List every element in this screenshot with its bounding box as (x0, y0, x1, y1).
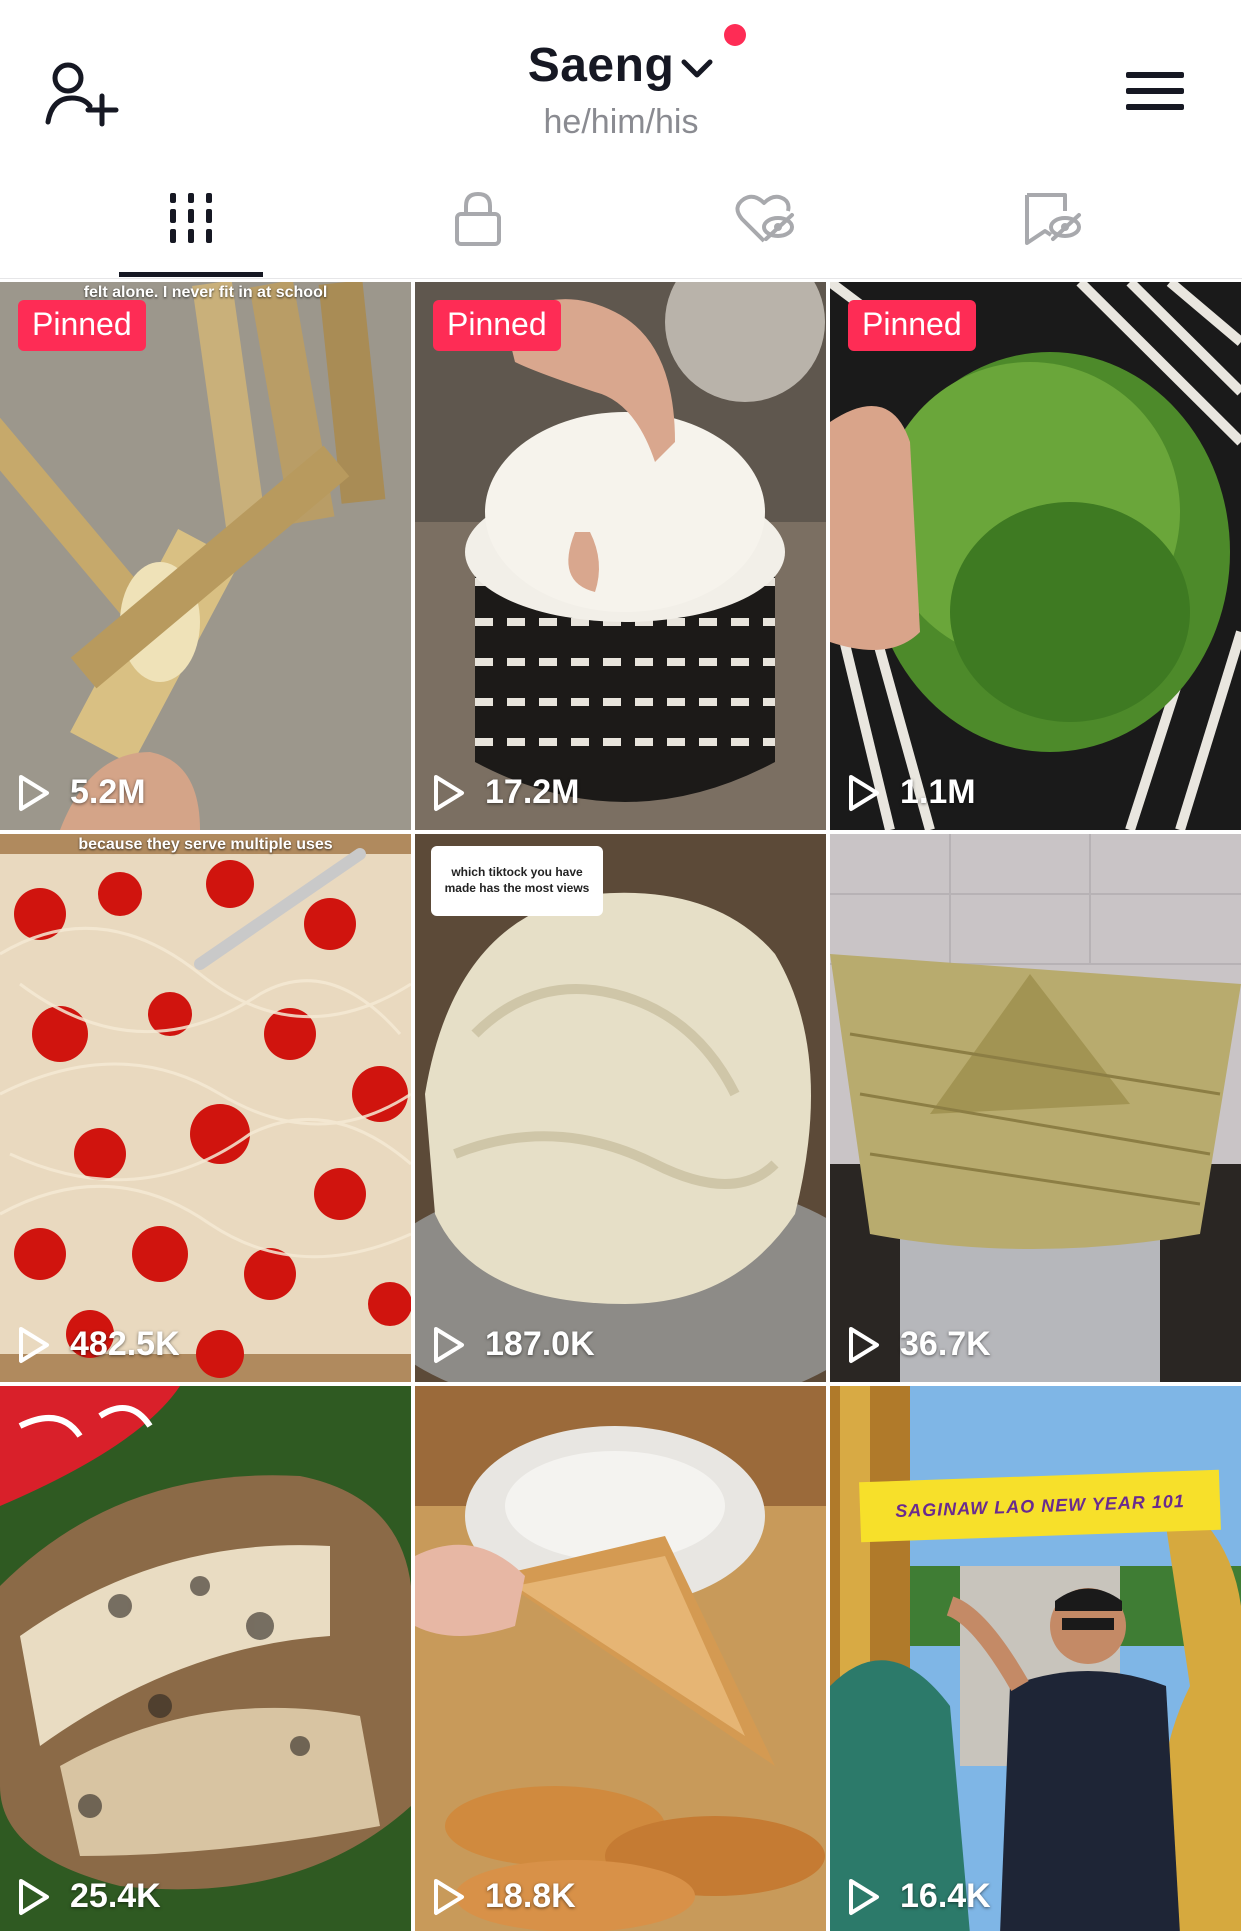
video-tile[interactable]: felt alone. I never fit in at school Pin… (0, 282, 411, 830)
profile-title: Saeng he/him/his (0, 24, 1242, 142)
pronouns: he/him/his (543, 103, 699, 141)
view-count-text: 5.2M (70, 773, 146, 811)
account-switcher[interactable]: Saeng (527, 24, 747, 93)
video-thumbnail (830, 834, 1241, 1382)
menu-button[interactable] (1126, 66, 1186, 116)
play-icon (434, 1326, 464, 1363)
profile-header: Saeng he/him/his (0, 0, 1242, 158)
video-tile[interactable]: Pinned 17.2M (415, 282, 826, 830)
lock-icon (455, 191, 501, 246)
video-tile[interactable]: 18.8K (415, 1386, 826, 1931)
view-count: 187.0K (433, 1325, 595, 1364)
video-tile[interactable]: because they serve multiple uses 482.5K (0, 834, 411, 1382)
username: Saeng (527, 39, 675, 92)
view-count: 5.2M (18, 773, 146, 812)
video-thumbnail (0, 834, 411, 1382)
video-thumbnail (415, 834, 826, 1382)
play-icon (19, 1326, 49, 1363)
view-count-text: 482.5K (70, 1325, 180, 1363)
video-thumbnail (830, 282, 1241, 830)
profile-screen: Saeng he/him/his felt alone. I never fit… (0, 0, 1242, 1931)
grid-icon (170, 193, 212, 243)
video-thumbnail (830, 1386, 1241, 1931)
view-count: 16.4K (848, 1877, 991, 1916)
video-thumbnail (415, 282, 826, 830)
video-tile[interactable]: which tiktock you have made has the most… (415, 834, 826, 1382)
hidden-bookmark-icon (1025, 193, 1081, 245)
comment-reply-card: which tiktock you have made has the most… (431, 846, 603, 916)
view-count: 25.4K (18, 1877, 161, 1916)
video-thumbnail (415, 1386, 826, 1931)
view-count-text: 36.7K (900, 1325, 991, 1363)
chevron-down-icon (681, 59, 713, 77)
video-thumbnail (0, 282, 411, 830)
video-tile[interactable]: 25.4K (0, 1386, 411, 1931)
hidden-heart-icon (735, 194, 794, 243)
video-caption: felt alone. I never fit in at school (83, 284, 328, 301)
pinned-badge: Pinned (18, 300, 146, 351)
view-count-text: 16.4K (900, 1877, 991, 1915)
video-tile[interactable]: 36.7K (830, 834, 1241, 1382)
tab-private[interactable] (323, 160, 633, 278)
view-count: 17.2M (433, 773, 580, 812)
tab-liked[interactable] (610, 160, 920, 278)
view-count-text: 187.0K (485, 1325, 595, 1363)
view-count: 18.8K (433, 1877, 576, 1916)
view-count: 36.7K (848, 1325, 991, 1364)
view-count: 482.5K (18, 1325, 180, 1364)
view-count: 1.1M (848, 773, 976, 812)
hamburger-icon (1126, 72, 1184, 78)
profile-tabs (0, 160, 1242, 279)
video-caption: because they serve multiple uses (78, 836, 333, 853)
hamburger-line (1126, 104, 1184, 110)
video-title-banner: SAGINAW LAO NEW YEAR 101 (859, 1469, 1221, 1543)
active-tab-indicator (119, 272, 263, 277)
view-count-text: 18.8K (485, 1877, 576, 1915)
video-tile[interactable]: SAGINAW LAO NEW YEAR 101 16.4K (830, 1386, 1241, 1931)
play-icon (19, 774, 49, 811)
play-icon (849, 774, 879, 811)
video-tile[interactable]: Pinned 1.1M (830, 282, 1241, 830)
view-count-text: 1.1M (900, 773, 976, 811)
view-count-text: 25.4K (70, 1877, 161, 1915)
play-icon (849, 1878, 879, 1915)
play-icon (849, 1326, 879, 1363)
video-thumbnail (0, 1386, 411, 1931)
play-icon (434, 1878, 464, 1915)
play-icon (19, 1878, 49, 1915)
tab-favorites[interactable] (897, 160, 1207, 278)
play-icon (434, 774, 464, 811)
tab-videos[interactable] (36, 160, 346, 278)
view-count-text: 17.2M (485, 773, 580, 811)
pinned-badge: Pinned (433, 300, 561, 351)
notification-dot (724, 24, 747, 46)
hamburger-line (1126, 88, 1184, 94)
pinned-badge: Pinned (848, 300, 976, 351)
